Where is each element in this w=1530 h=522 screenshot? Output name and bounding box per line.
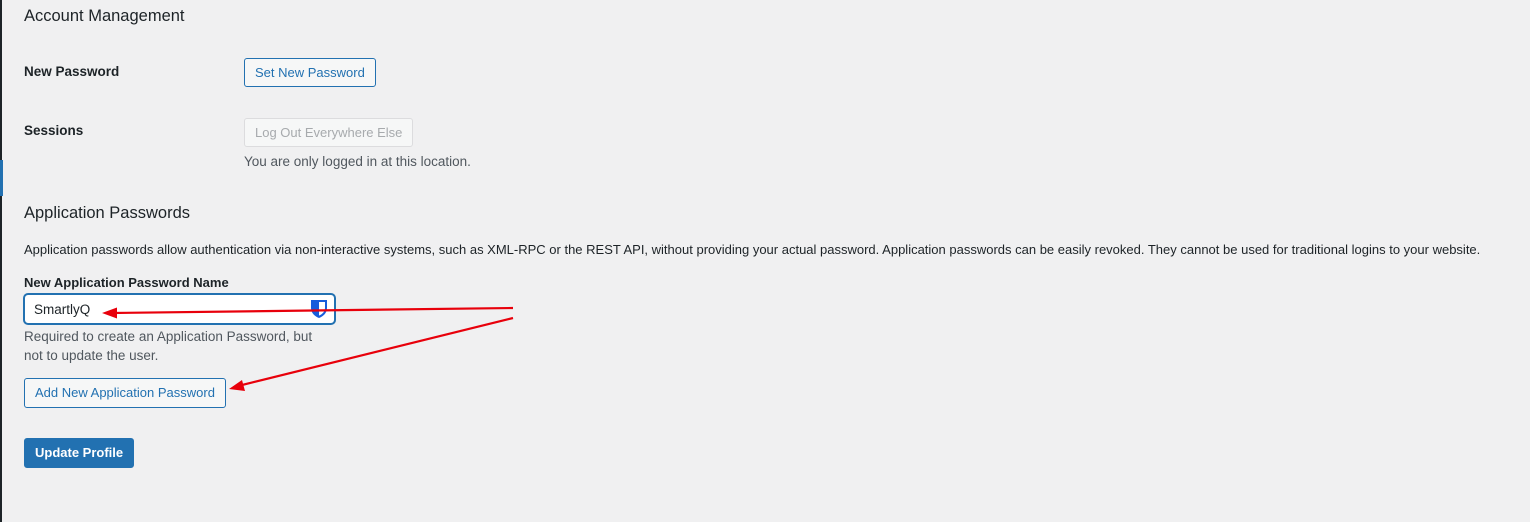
app-password-name-input[interactable] — [24, 294, 335, 324]
logout-everywhere-else-button[interactable]: Log Out Everywhere Else — [244, 118, 414, 147]
new-password-label: New Password — [24, 64, 120, 79]
sessions-note: You are only logged in at this location. — [244, 154, 471, 169]
add-new-application-password-button[interactable]: Add New Application Password — [24, 378, 226, 408]
admin-sidebar-active-indicator — [0, 160, 3, 196]
account-management-title: Account Management — [24, 7, 185, 25]
application-passwords-title: Application Passwords — [24, 204, 190, 222]
sessions-label: Sessions — [24, 123, 84, 138]
app-password-name-label: New Application Password Name — [24, 275, 229, 290]
annotation-overlay — [102, 306, 514, 391]
shield-icon[interactable] — [310, 299, 328, 319]
admin-sidebar-edge — [0, 0, 2, 522]
set-new-password-button[interactable]: Set New Password — [244, 58, 376, 87]
update-profile-button[interactable]: Update Profile — [24, 438, 135, 468]
profile-page: Account Management New Password Set New … — [0, 0, 1530, 522]
application-passwords-description: Application passwords allow authenticati… — [24, 242, 1481, 257]
app-password-name-help: Required to create an Application Passwo… — [24, 329, 313, 363]
